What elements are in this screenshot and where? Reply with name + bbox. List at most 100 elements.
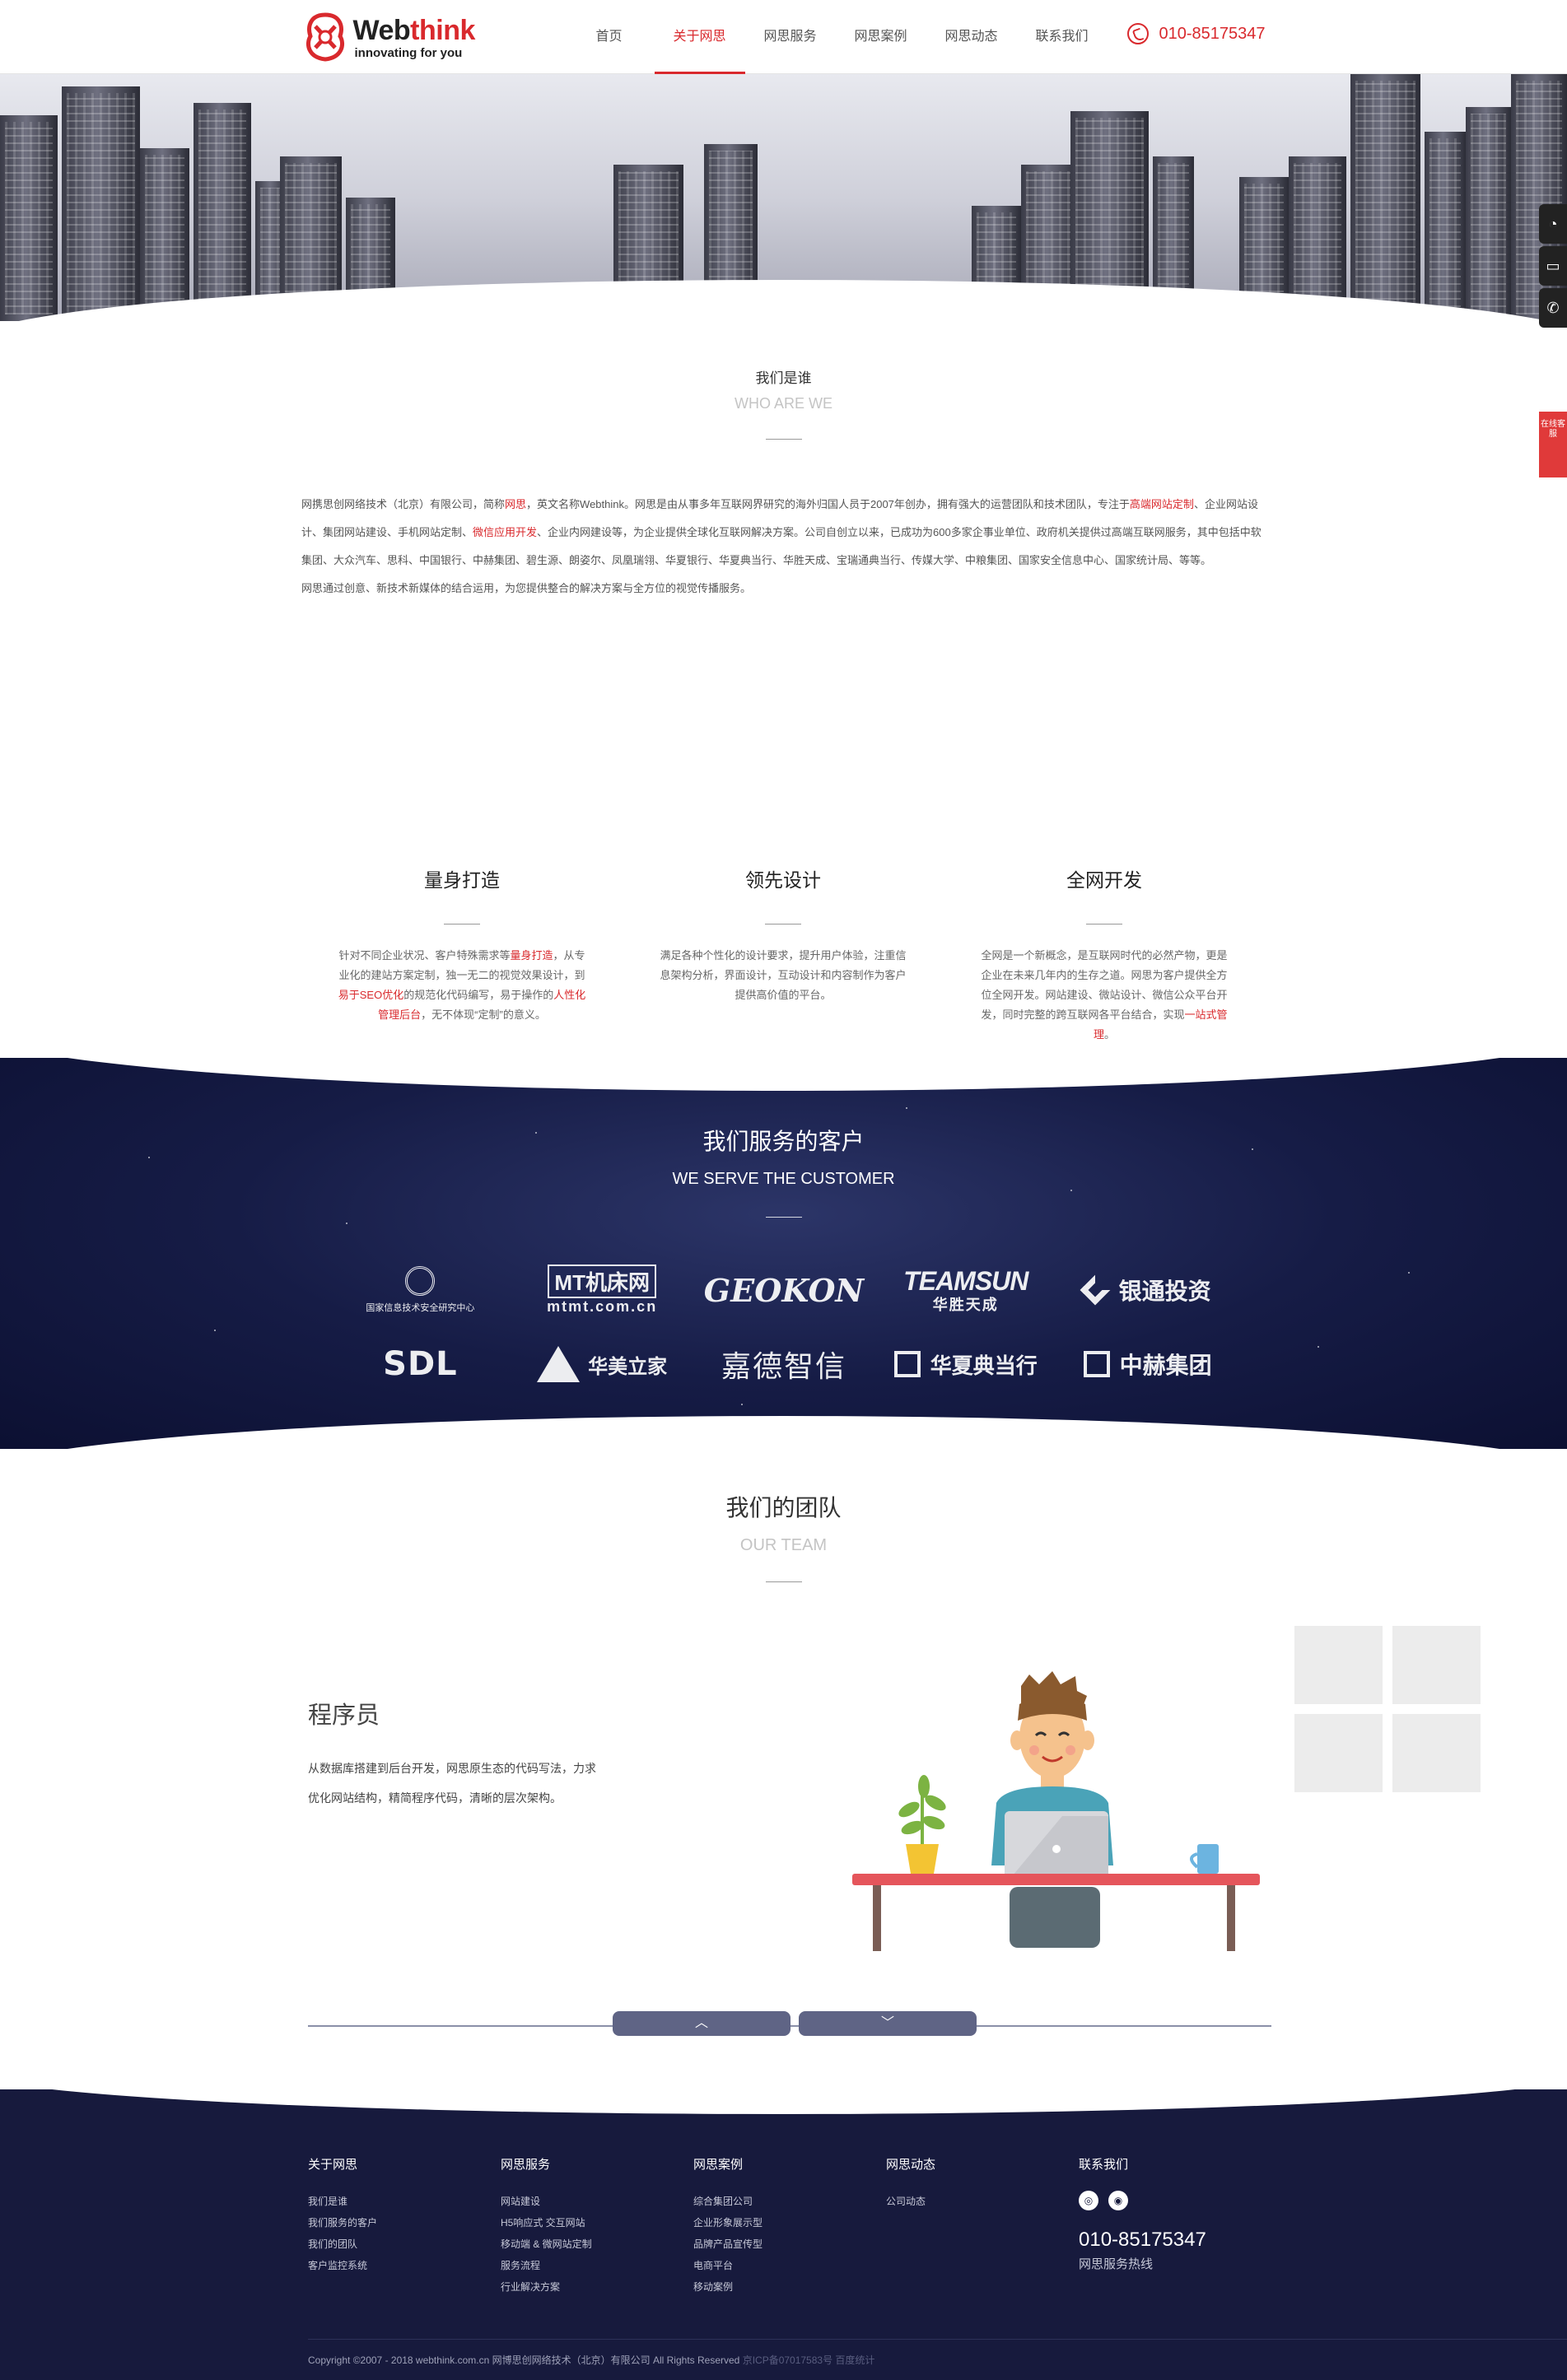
client-logo[interactable]: 华美立家 bbox=[511, 1338, 693, 1390]
clients-title: 我们服务的客户 bbox=[702, 1129, 865, 1154]
client-logo[interactable]: 国家信息技术安全研究中心 bbox=[329, 1264, 511, 1316]
role-desc: 从数据库搭建到后台开发，网思原生态的代码写法，力求优化网站结构，精简程序代码，清… bbox=[308, 1762, 596, 1805]
footer-link[interactable]: 客户监控系统 bbox=[308, 2255, 501, 2276]
footer-link[interactable]: 我们是谁 bbox=[308, 2191, 501, 2212]
nav-news[interactable]: 网思动态 bbox=[926, 0, 1017, 74]
chat-bubble-icon: ◔ bbox=[1548, 215, 1558, 232]
triangle-icon bbox=[537, 1346, 581, 1382]
message-button[interactable]: ▭ bbox=[1539, 246, 1567, 286]
feature-desc: 针对不同企业状况、客户特殊需求等量身打造，从专业化的建站方案定制，独一无二的视觉… bbox=[338, 949, 586, 1021]
seal-icon bbox=[405, 1266, 436, 1296]
footer-col-contact: 联系我们 ◎ ◉ 010-85175347 网思服务热线 bbox=[1079, 2155, 1271, 2298]
brand-mark-icon bbox=[305, 12, 344, 62]
decor-windows bbox=[1294, 1626, 1481, 1792]
phone-icon: ✆ bbox=[1546, 299, 1560, 316]
weibo-icon[interactable]: ◉ bbox=[1108, 2191, 1128, 2210]
client-logo[interactable]: SDL bbox=[329, 1338, 511, 1390]
feature-design: 领先设计 满足各种个性化的设计要求，提升用户体验，注重信息架构分析，界面设计，互… bbox=[647, 864, 919, 1045]
nav-contact[interactable]: 联系我们 bbox=[1017, 0, 1108, 74]
wechat-icon[interactable]: ◎ bbox=[1079, 2191, 1098, 2210]
footer-col-about: 关于网思 我们是谁 我们服务的客户 我们的团队 客户监控系统 bbox=[308, 2155, 501, 2298]
about-paragraph-2: 网思通过创意、新技术新媒体的结合运用，为您提供整合的解决方案与全方位的视觉传播服… bbox=[301, 582, 752, 594]
nav-home[interactable]: 首页 bbox=[564, 0, 655, 74]
slider-prev-button[interactable]: ︿ bbox=[613, 2011, 790, 2036]
client-logo[interactable]: MT机床网 mtmt.com.cn bbox=[511, 1264, 693, 1316]
team-role: 程序员 从数据库搭建到后台开发，网思原生态的代码写法，力求优化网站结构，精简程序… bbox=[308, 1696, 604, 1813]
building-icon bbox=[893, 1351, 921, 1377]
programmer-illustration bbox=[852, 1671, 1260, 1951]
site-footer: 关于网思 我们是谁 我们服务的客户 我们的团队 客户监控系统 网思服务 网站建设… bbox=[0, 2089, 1567, 2380]
feature-desc: 全网是一个新概念，是互联网时代的必然产物，更是企业在未来几年内的生存之道。网思为… bbox=[981, 949, 1228, 1041]
message-icon: ▭ bbox=[1546, 257, 1560, 274]
client-logo[interactable]: GEOKON bbox=[693, 1264, 875, 1316]
s-mark-icon bbox=[1083, 1351, 1110, 1377]
clients-section-title: 我们服务的客户 WE SERVE THE CUSTOMER bbox=[0, 1124, 1567, 1218]
footer-link[interactable]: 公司动态 bbox=[886, 2191, 1079, 2212]
footer-link[interactable]: 移动案例 bbox=[693, 2276, 886, 2298]
feature-columns: 量身打造 针对不同企业状况、客户特殊需求等量身打造，从专业化的建站方案定制，独一… bbox=[301, 864, 1265, 1045]
footer-hotline: 010-85175347 bbox=[1079, 2229, 1206, 2251]
social-links: ◎ ◉ bbox=[1079, 2191, 1271, 2210]
footer-link[interactable]: H5响应式 交互网站 bbox=[501, 2212, 693, 2233]
feature-custom: 量身打造 针对不同企业状况、客户特殊需求等量身打造，从专业化的建站方案定制，独一… bbox=[326, 864, 598, 1045]
footer-col-services: 网思服务 网站建设 H5响应式 交互网站 移动端 & 微网站定制 服务流程 行业… bbox=[501, 2155, 693, 2298]
footer-link[interactable]: 我们的团队 bbox=[308, 2233, 501, 2255]
hero-banner bbox=[0, 74, 1567, 321]
title-divider bbox=[765, 1217, 802, 1218]
header-phone-number: 010-85175347 bbox=[1159, 24, 1266, 43]
footer-col-cases: 网思案例 综合集团公司 企业形象展示型 品牌产品宣传型 电商平台 移动案例 bbox=[693, 2155, 886, 2298]
client-logo[interactable]: 嘉德智信 bbox=[693, 1338, 875, 1390]
brand-name: Webthink bbox=[352, 15, 476, 46]
qq-chat-button[interactable]: ◔ bbox=[1539, 204, 1567, 244]
footer-link[interactable]: 企业形象展示型 bbox=[693, 2212, 886, 2233]
team-subtitle: OUR TEAM bbox=[739, 1536, 828, 1554]
footer-link[interactable]: 服务流程 bbox=[501, 2255, 693, 2276]
footer-link[interactable]: 行业解决方案 bbox=[501, 2276, 693, 2298]
nav-services[interactable]: 网思服务 bbox=[745, 0, 836, 74]
team-title: 我们的团队 bbox=[725, 1495, 842, 1521]
brand-tagline: innovating for you bbox=[354, 46, 463, 60]
footer-link[interactable]: 电商平台 bbox=[693, 2255, 886, 2276]
copyright-text: Copyright ©2007 - 2018 webthink.com.cn 网… bbox=[308, 2354, 740, 2366]
role-title: 程序员 bbox=[308, 1702, 380, 1729]
main-nav: 首页 关于网思 网思服务 网思案例 网思动态 联系我们 bbox=[564, 0, 1108, 74]
about-text: 网携思创网络技术（北京）有限公司，简称网思，英文名称Webthink。网思是由从… bbox=[301, 491, 1265, 603]
footer-link[interactable]: 品牌产品宣传型 bbox=[693, 2233, 886, 2255]
chevron-down-icon: ﹀ bbox=[880, 2016, 894, 2030]
team-section-title: 我们的团队 OUR TEAM bbox=[0, 1490, 1567, 1582]
clients-subtitle: WE SERVE THE CUSTOMER bbox=[672, 1170, 895, 1188]
header-phone[interactable]: 010-85175347 bbox=[1127, 23, 1266, 44]
phone-icon bbox=[1127, 23, 1150, 44]
client-logo-grid: 国家信息技术安全研究中心 MT机床网 mtmt.com.cn GEOKON TEA… bbox=[329, 1264, 1238, 1390]
title-divider bbox=[765, 1581, 802, 1582]
nav-about[interactable]: 关于网思 bbox=[654, 0, 745, 74]
who-section-title: 我们是谁 WHO ARE WE bbox=[0, 366, 1567, 440]
footer-link[interactable]: 综合集团公司 bbox=[693, 2191, 886, 2212]
feature-title: 量身打造 bbox=[424, 869, 500, 891]
slider-next-button[interactable]: ﹀ bbox=[799, 2011, 977, 2036]
brand-logo[interactable]: Webthink innovating for you bbox=[302, 12, 492, 63]
who-title: 我们是谁 bbox=[755, 370, 812, 386]
icp-link[interactable]: 京ICP备07017583号 百度统计 bbox=[743, 2354, 875, 2366]
title-divider bbox=[765, 439, 802, 440]
footer-hotline-label: 网思服务热线 bbox=[1079, 2257, 1154, 2271]
phone-button[interactable]: ✆ bbox=[1539, 288, 1567, 328]
client-logo[interactable]: 华夏典当行 bbox=[874, 1338, 1056, 1390]
about-paragraph-1: 网携思创网络技术（北京）有限公司，简称网思，英文名称Webthink。网思是由从… bbox=[301, 498, 1262, 566]
diamond-icon bbox=[1080, 1274, 1110, 1306]
floating-toolbar: ◔ ▭ ✆ bbox=[1539, 204, 1567, 330]
client-logo[interactable]: 中赫集团 bbox=[1056, 1338, 1238, 1390]
who-subtitle: WHO ARE WE bbox=[734, 395, 832, 412]
nav-cases[interactable]: 网思案例 bbox=[836, 0, 926, 74]
clients-section: 我们服务的客户 WE SERVE THE CUSTOMER 国家信息技术安全研究… bbox=[0, 1058, 1567, 1449]
chevron-up-icon: ︿ bbox=[694, 2016, 708, 2030]
client-logo[interactable]: TEAMSUN 华胜天成 bbox=[874, 1264, 1056, 1316]
footer-columns: 关于网思 我们是谁 我们服务的客户 我们的团队 客户监控系统 网思服务 网站建设… bbox=[308, 2155, 1271, 2298]
footer-col-news: 网思动态 公司动态 bbox=[886, 2155, 1079, 2298]
copyright-bar: Copyright ©2007 - 2018 webthink.com.cn 网… bbox=[308, 2339, 1567, 2380]
footer-link[interactable]: 移动端 & 微网站定制 bbox=[501, 2233, 693, 2255]
footer-link[interactable]: 我们服务的客户 bbox=[308, 2212, 501, 2233]
feature-fullnet: 全网开发 全网是一个新概念，是互联网时代的必然产物，更是企业在未来几年内的生存之… bbox=[968, 864, 1240, 1045]
client-logo[interactable]: 银通投资 bbox=[1056, 1264, 1238, 1316]
footer-link[interactable]: 网站建设 bbox=[501, 2191, 693, 2212]
